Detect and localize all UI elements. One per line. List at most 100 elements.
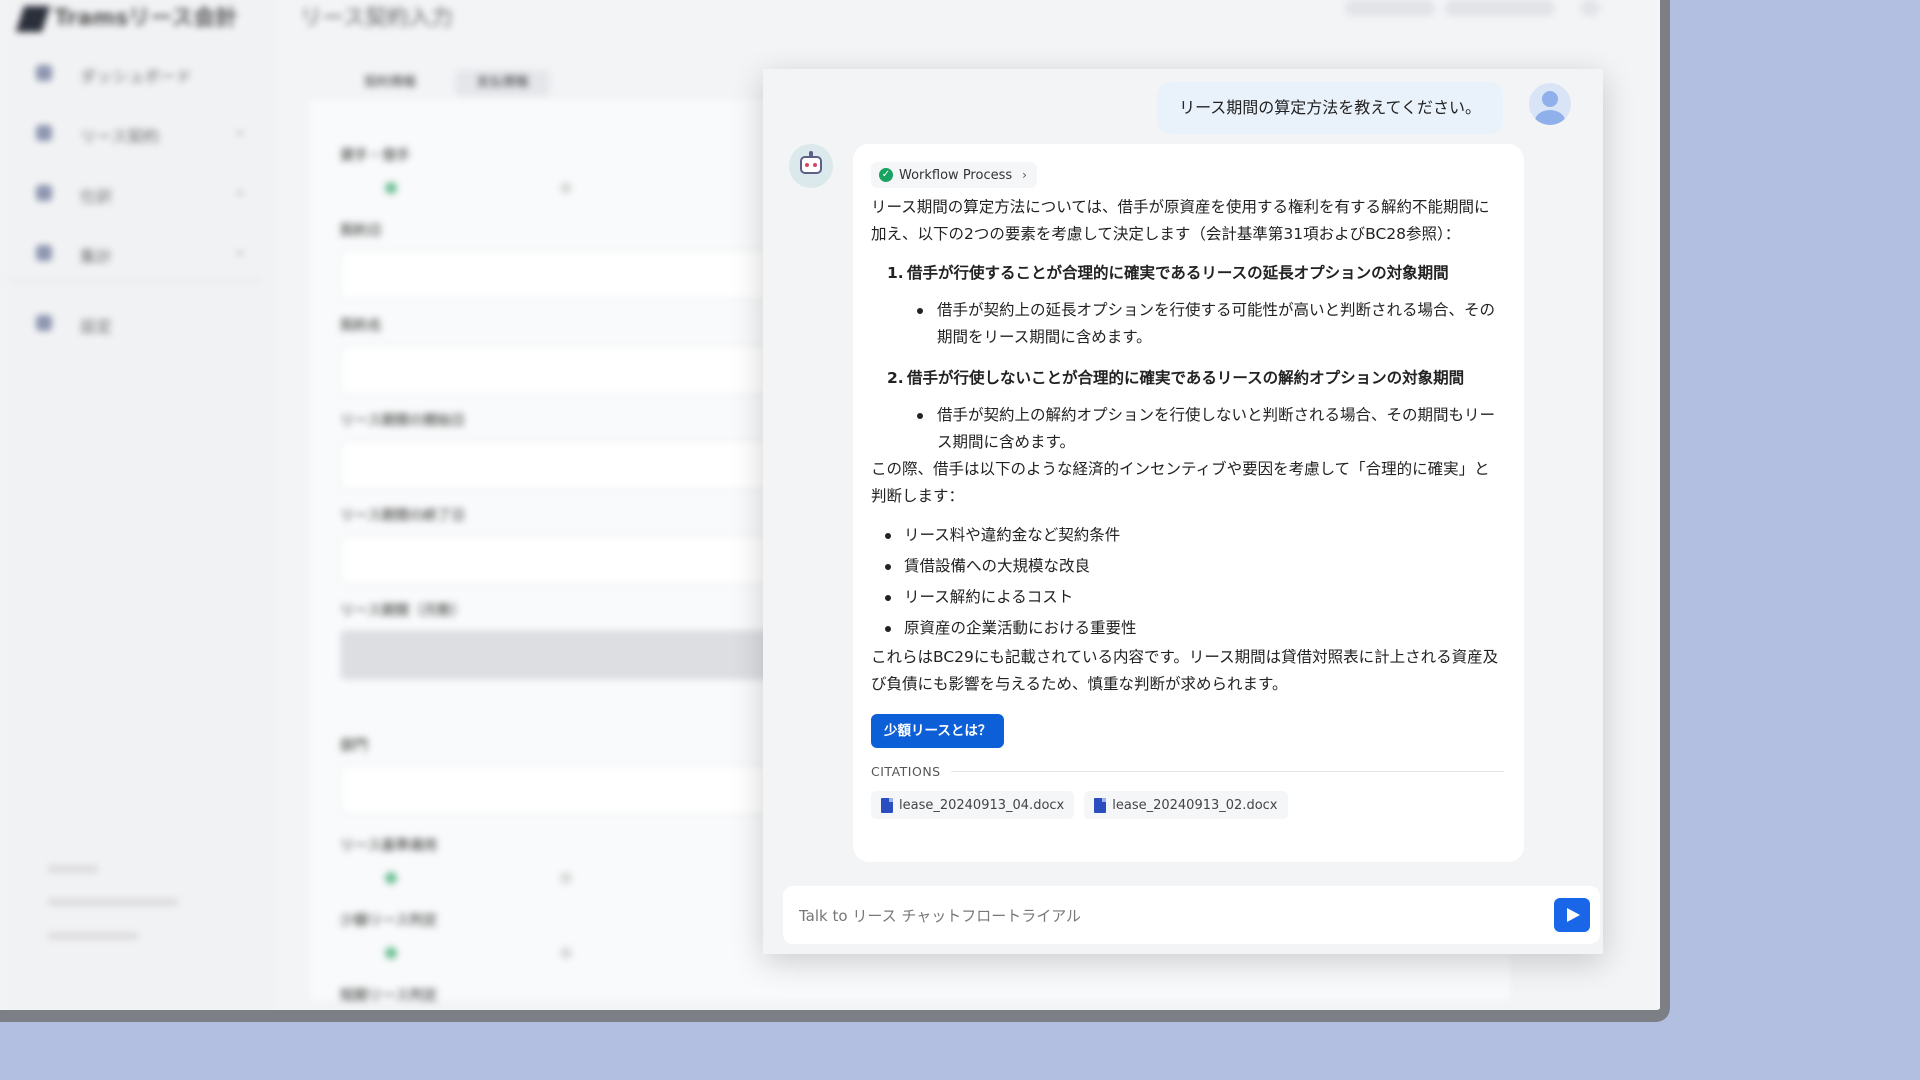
bg-field-label: 部門 <box>340 738 368 754</box>
bg-nav-item[interactable]: ダッシュボード <box>36 60 246 86</box>
answer-closing: これらはBC29にも記載されている内容です。リース期間は貸借対照表に計上される資… <box>871 648 1499 693</box>
list-item: 原資産の企業活動における重要性 <box>885 613 1504 644</box>
bg-input-field[interactable] <box>340 440 812 490</box>
chevron-down-icon: ⌄ <box>234 123 246 139</box>
item-heading: 借手が行使することが合理的に確実であるリースの延長オプションの対象期間 <box>907 264 1449 282</box>
bg-nav-label: 設定 <box>80 317 113 336</box>
workflow-label: Workflow Process <box>899 167 1013 183</box>
citation-filename: lease_20240913_04.docx <box>899 797 1065 813</box>
item-detail: 借手が契約上の解約オプションを行使しないと判断される場合、その期間もリース期間に… <box>917 402 1504 456</box>
answer-body: リース期間の算定方法については、借手が原資産を使用する権利を有する解約不能期間に… <box>871 194 1504 698</box>
bg-input-field[interactable] <box>340 250 812 300</box>
bg-field-label: 短期リース判定 <box>340 988 438 1004</box>
bg-readonly-field <box>340 630 812 680</box>
chat-panel: リース期間の算定方法を教えてください。 ✓ Workflow Process ›… <box>763 69 1603 954</box>
list-item: 賃借設備への大規模な改良 <box>885 551 1504 582</box>
bg-field-label: 少額リース判定 <box>340 913 438 929</box>
numbered-item: 1. 借手が行使することが合理的に確実であるリースの延長オプションの対象期間 <box>871 260 1504 287</box>
chevron-down-icon: ⌄ <box>234 183 246 199</box>
logo-mark-icon <box>15 6 51 32</box>
answer-middle: この際、借手は以下のような経済的インセンティブや要因を考慮して「合理的に確実」と… <box>871 460 1490 505</box>
avatar-torso <box>1535 110 1565 125</box>
bg-sidebar: Tramsリース会計 ダッシュボード リース契約 ⌄ 仕訳 ⌄ 集計 ⌄ 設定 <box>0 0 271 1010</box>
numbered-item: 2. 借手が行使しないことが合理的に確実であるリースの解約オプションの対象期間 <box>871 365 1504 392</box>
bg-input-field[interactable] <box>340 535 812 585</box>
radio-on-icon <box>385 872 397 884</box>
bg-sidebar-divider <box>10 280 260 282</box>
radio-on-icon <box>385 947 397 959</box>
bg-radio[interactable] <box>385 870 407 886</box>
chat-input[interactable] <box>797 886 1521 946</box>
chevron-right-icon: › <box>1022 168 1027 182</box>
document-icon <box>881 797 893 813</box>
bg-footer-line <box>48 932 138 940</box>
bg-tab[interactable]: 支払情報 <box>455 70 550 96</box>
bg-nav-item[interactable]: 集計 ⌄ <box>36 240 246 266</box>
citations-divider <box>950 771 1504 772</box>
workflow-process-toggle[interactable]: ✓ Workflow Process › <box>871 162 1037 188</box>
bg-nav-label: 仕訳 <box>80 187 113 206</box>
item-heading: 借手が行使しないことが合理的に確実であるリースの解約オプションの対象期間 <box>907 369 1465 387</box>
journal-icon <box>36 185 52 201</box>
bg-tab[interactable]: 契約情報 <box>350 70 430 96</box>
factor-list: リース料や違約金など契約条件 賃借設備への大規模な改良 リース解約によるコスト … <box>871 520 1504 644</box>
bg-header-placeholder <box>1345 0 1435 16</box>
bg-field-label: リース期間の開始日 <box>340 413 466 429</box>
citations-list: lease_20240913_04.docx lease_20240913_02… <box>871 791 1504 819</box>
citation-item[interactable]: lease_20240913_04.docx <box>871 791 1075 819</box>
bg-radio[interactable] <box>385 945 407 961</box>
bg-field-label: 契約日 <box>340 223 382 239</box>
bg-radio[interactable] <box>560 870 582 886</box>
bg-radio[interactable] <box>560 945 582 961</box>
bg-radio[interactable] <box>385 180 407 196</box>
bg-avatar <box>1580 0 1600 16</box>
item-number: 1. <box>887 264 904 282</box>
bg-nav-label: ダッシュボード <box>80 67 193 86</box>
bg-footer-line <box>48 865 98 873</box>
bg-nav-label: 集計 <box>80 247 113 266</box>
citation-item[interactable]: lease_20240913_02.docx <box>1084 791 1288 819</box>
item-number: 2. <box>887 369 904 387</box>
user-avatar-icon <box>1529 83 1571 125</box>
bot-eye <box>805 163 809 167</box>
chevron-down-icon: ⌄ <box>234 243 246 259</box>
bg-select-field[interactable] <box>340 765 812 815</box>
bg-input-field[interactable] <box>340 345 812 395</box>
chart-icon <box>36 245 52 261</box>
radio-off-icon <box>560 182 572 194</box>
item-detail: 借手が契約上の延長オプションを行使する可能性が高いと判断される場合、その期間をリ… <box>917 297 1504 351</box>
list-item: リース解約によるコスト <box>885 582 1504 613</box>
edit-icon <box>36 125 52 141</box>
answer-intro: リース期間の算定方法については、借手が原資産を使用する権利を有する解約不能期間に… <box>871 198 1490 243</box>
bg-radio[interactable] <box>560 180 582 196</box>
bot-face <box>800 156 822 174</box>
send-button[interactable] <box>1554 898 1590 932</box>
bg-logo: Tramsリース会計 <box>15 0 238 32</box>
user-message: リース期間の算定方法を教えてください。 <box>1157 82 1503 134</box>
suggested-question-button[interactable]: 少額リースとは？ <box>871 714 1005 748</box>
gear-icon <box>36 315 52 331</box>
bot-eye <box>813 163 817 167</box>
bot-message: ✓ Workflow Process › リース期間の算定方法については、借手が… <box>853 144 1524 862</box>
bg-footer-line <box>48 898 178 906</box>
citation-filename: lease_20240913_02.docx <box>1112 797 1278 813</box>
bg-field-label: リース期間の終了日 <box>340 508 466 524</box>
bg-field-label: 貸手・借手 <box>340 148 410 164</box>
radio-off-icon <box>560 947 572 959</box>
bg-nav-item[interactable]: 設定 <box>36 310 246 336</box>
citations-label: CITATIONS <box>871 764 941 779</box>
list-item: リース料や違約金など契約条件 <box>885 520 1504 551</box>
document-icon <box>1094 797 1107 813</box>
check-circle-icon: ✓ <box>879 168 893 182</box>
chat-input-bar <box>783 886 1600 946</box>
bg-header-placeholder <box>1445 0 1555 16</box>
bg-nav-item[interactable]: リース契約 ⌄ <box>36 120 246 146</box>
bot-avatar-icon <box>789 144 833 188</box>
bg-page-title: リース契約入力 <box>300 6 453 31</box>
bg-nav-item[interactable]: 仕訳 ⌄ <box>36 180 246 206</box>
citations-header: CITATIONS <box>871 764 1504 779</box>
avatar-head <box>1542 91 1558 107</box>
bg-nav-label: リース契約 <box>80 127 160 146</box>
bg-logo-text: Tramsリース会計 <box>54 6 238 31</box>
bg-field-label: リース基準適用 <box>340 838 438 854</box>
